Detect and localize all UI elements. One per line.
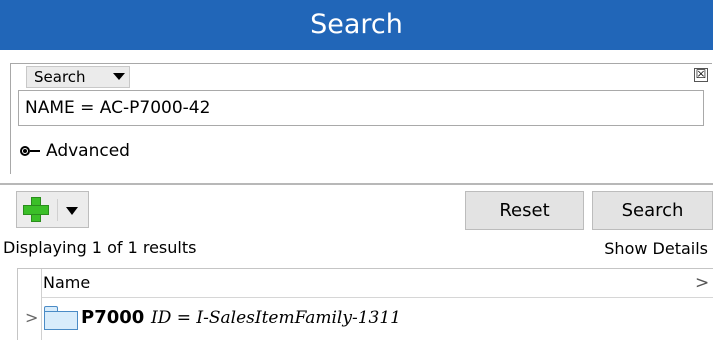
close-icon[interactable]: ☒ xyxy=(694,68,708,82)
search-query-input[interactable] xyxy=(18,90,704,126)
show-details-link[interactable]: Show Details xyxy=(604,238,708,260)
row-name: P7000 xyxy=(81,307,145,328)
panel-title: Search xyxy=(0,0,713,50)
advanced-toggle[interactable]: Advanced xyxy=(20,139,130,163)
search-type-label: Search xyxy=(34,68,86,86)
row-id: ID = I-SalesItemFamily-1311 xyxy=(151,308,401,328)
reset-button[interactable]: Reset xyxy=(465,191,584,230)
key-icon xyxy=(20,144,42,158)
search-button[interactable]: Search xyxy=(592,191,713,230)
search-type-dropdown[interactable]: Search xyxy=(26,66,130,88)
results-count: Displaying 1 of 1 results xyxy=(3,238,197,257)
section-divider xyxy=(0,183,713,185)
add-button[interactable] xyxy=(16,191,89,228)
expand-icon[interactable]: > xyxy=(25,307,38,329)
chevron-down-icon[interactable] xyxy=(66,207,78,215)
chevron-down-icon xyxy=(113,73,125,80)
advanced-label: Advanced xyxy=(46,141,130,161)
column-header-name[interactable]: Name xyxy=(42,269,713,298)
table-row[interactable]: > P7000 ID = I-SalesItemFamily-1311 xyxy=(17,302,713,336)
folder-icon xyxy=(44,306,78,330)
chevron-right-icon[interactable]: > xyxy=(695,272,709,294)
